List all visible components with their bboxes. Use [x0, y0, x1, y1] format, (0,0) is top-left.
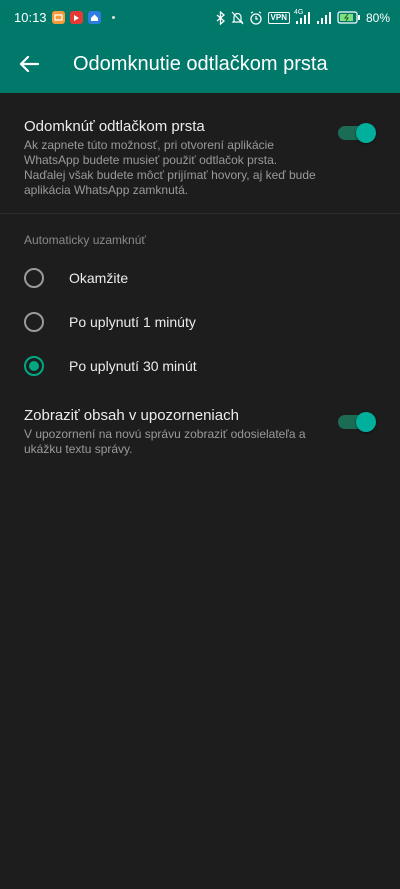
fingerprint-toggle[interactable] [338, 123, 376, 143]
radio-button[interactable] [24, 268, 44, 288]
vpn-icon: VPN [267, 11, 290, 24]
toggle-thumb [356, 412, 376, 432]
auto-lock-label: Automaticky uzamknúť [24, 233, 146, 247]
arrow-back-icon [19, 55, 39, 73]
fingerprint-setting-row[interactable]: Odomknúť odtlačkom prsta Ak zapnete túto… [24, 117, 376, 198]
signal-icon [316, 11, 332, 24]
notification-toggle[interactable] [338, 412, 376, 432]
toggle-thumb [356, 123, 376, 143]
status-time: 10:13 [14, 10, 47, 25]
fingerprint-setting-title: Odomknúť odtlačkom prsta [24, 118, 205, 135]
fingerprint-setting-description: Ak zapnete túto možnosť, pri otvorení ap… [24, 138, 316, 197]
radio-label: Po uplynutí 30 minút [69, 358, 197, 374]
auto-lock-section: Automaticky uzamknúť Okamžite Po uplynut… [0, 214, 400, 388]
page-title: Odomknutie odtlačkom prsta [73, 52, 328, 75]
fingerprint-setting-section: Odomknúť odtlačkom prsta Ak zapnete túto… [0, 93, 400, 213]
radio-option-1-minute[interactable]: Po uplynutí 1 minúty [24, 300, 376, 344]
mute-icon [231, 11, 244, 25]
notification-setting-row[interactable]: Zobraziť obsah v upozorneniach V upozorn… [24, 406, 376, 457]
radio-button-selected[interactable] [24, 356, 44, 376]
status-bar-right: VPN 4G 80% [215, 9, 390, 25]
app-notification-icon [51, 11, 65, 24]
fingerprint-setting-text: Odomknúť odtlačkom prsta Ak zapnete túto… [24, 117, 319, 198]
notification-setting-text: Zobraziť obsah v upozorneniach V upozorn… [24, 406, 319, 457]
notification-setting-section: Zobraziť obsah v upozorneniach V upozorn… [0, 388, 400, 457]
status-bar: 10:13 VPN 4G 80% [0, 0, 400, 35]
back-button[interactable] [16, 51, 42, 77]
bluetooth-icon [215, 10, 226, 25]
app-bar: Odomknutie odtlačkom prsta [0, 35, 400, 93]
radio-dot [29, 361, 39, 371]
radio-label: Okamžite [69, 270, 129, 286]
home-app-icon [87, 11, 101, 24]
status-bar-left: 10:13 [14, 10, 115, 25]
youtube-icon [69, 11, 83, 24]
battery-icon [337, 11, 361, 24]
radio-option-immediately[interactable]: Okamžite [24, 256, 376, 300]
alarm-icon [249, 10, 263, 25]
notification-setting-description: V upozornení na novú správu zobraziť odo… [24, 427, 306, 456]
radio-button[interactable] [24, 312, 44, 332]
radio-option-30-minutes[interactable]: Po uplynutí 30 minút [24, 344, 376, 388]
network-type-label: 4G [293, 9, 304, 16]
notification-setting-title: Zobraziť obsah v upozorneniach [24, 407, 239, 424]
radio-label: Po uplynutí 1 minúty [69, 314, 196, 330]
dot-icon [111, 16, 115, 19]
battery-percent: 80% [365, 10, 390, 25]
signal-icon: 4G [293, 9, 311, 24]
